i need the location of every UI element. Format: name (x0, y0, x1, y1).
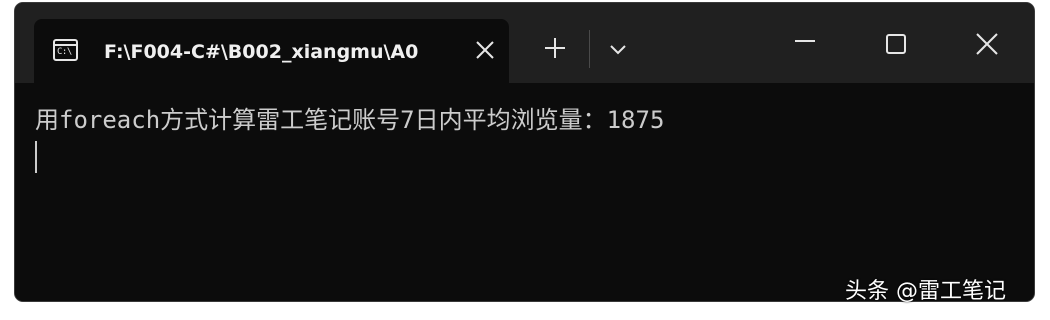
close-icon (976, 33, 998, 55)
tab-title: F:\F004-C#\B002_xiangmu\A0 (104, 41, 419, 63)
tab-close-button[interactable] (472, 37, 498, 63)
window-close-button[interactable] (972, 29, 1002, 59)
close-icon (476, 41, 494, 59)
terminal-icon: C:\ (53, 39, 78, 61)
terminal-window: C:\ F:\F004-C#\B002_xiangmu\A0 用foreach方… (14, 2, 1035, 302)
watermark: 头条 @雷工笔记 (845, 279, 1006, 304)
divider (589, 30, 590, 68)
minimize-icon (795, 40, 815, 42)
maximize-icon (886, 34, 906, 54)
terminal-icon-text: C:\ (57, 47, 72, 57)
maximize-button[interactable] (881, 29, 911, 59)
plus-icon (545, 38, 565, 58)
tab-active[interactable]: C:\ F:\F004-C#\B002_xiangmu\A0 (34, 19, 509, 83)
tab-dropdown-button[interactable] (605, 36, 631, 62)
terminal-output-area[interactable]: 用foreach方式计算雷工笔记账号7日内平均浏览量：1875 (15, 83, 1034, 301)
text-cursor (35, 141, 37, 173)
minimize-button[interactable] (790, 31, 820, 61)
new-tab-button[interactable] (540, 33, 570, 63)
output-line: 用foreach方式计算雷工笔记账号7日内平均浏览量：1875 (35, 106, 665, 134)
title-bar[interactable]: C:\ F:\F004-C#\B002_xiangmu\A0 (15, 3, 1034, 83)
chevron-down-icon (610, 45, 626, 55)
